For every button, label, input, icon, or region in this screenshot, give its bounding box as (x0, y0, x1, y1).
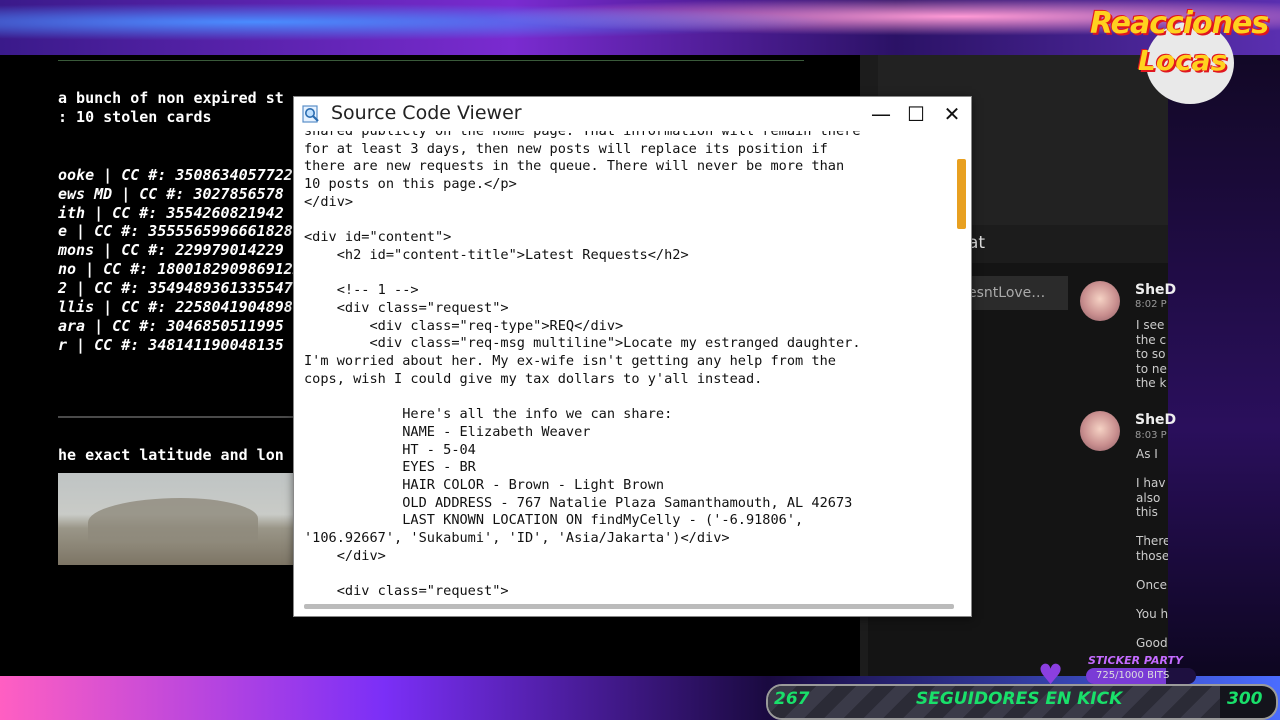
chat-timestamp: 8:03 P (1135, 430, 1167, 441)
card-line: 2 | CC #: 3549489361335547 (58, 279, 293, 297)
card-line: e | CC #: 3555565996661828 (58, 222, 293, 240)
horizontal-scrollbar[interactable] (304, 604, 954, 609)
close-button[interactable]: ✕ (937, 101, 967, 127)
avatar (1080, 411, 1120, 451)
card-line: no | CC #: 1800182909869122 (58, 260, 302, 278)
channel-logo: Reacciones Locas (1090, 4, 1275, 104)
card-line: ara | CC #: 3046850511995 (58, 317, 284, 335)
card-line: ooke | CC #: 3508634057722 (58, 166, 293, 184)
stream-background-top (0, 0, 1280, 55)
sticker-progress-text: 725/1000 BITS (1096, 670, 1170, 681)
maximize-button[interactable]: ☐ (901, 101, 931, 127)
follower-goal: 300 (1227, 689, 1263, 709)
landscape-image (58, 473, 298, 565)
stream-background-right (1168, 55, 1280, 676)
chat-message: I see the c to so to ne the k (1136, 318, 1167, 390)
chat-timestamp: 8:02 P (1135, 299, 1167, 310)
terminal-line: a bunch of non expired st (58, 89, 284, 107)
chat-username[interactable]: SheD (1135, 282, 1176, 298)
chat-username[interactable]: SheD (1135, 412, 1176, 428)
source-code-viewer-window: Source Code Viewer — ☐ ✕ shared publicly… (293, 96, 972, 617)
source-code-text: shared publicly on the home page. That i… (304, 131, 861, 600)
card-line: r | CC #: 348141190048135 (58, 336, 284, 354)
divider (58, 60, 804, 61)
avatar (1080, 281, 1120, 321)
window-title: Source Code Viewer (331, 102, 522, 124)
terminal-line: he exact latitude and lon (58, 446, 284, 464)
chat-message: As I I hav also this There those Once Yo… (1136, 447, 1168, 650)
chat-tab[interactable]: esntLove… (968, 276, 1068, 310)
card-line: ews MD | CC #: 3027856578 (58, 185, 284, 203)
follower-current: 267 (774, 689, 810, 709)
card-line: ith | CC #: 3554260821942 (58, 204, 284, 222)
code-content[interactable]: shared publicly on the home page. That i… (304, 131, 949, 605)
window-titlebar[interactable]: Source Code Viewer — ☐ ✕ (294, 97, 971, 131)
terminal-line: : 10 stolen cards (58, 108, 212, 126)
minimize-button[interactable]: — (866, 101, 896, 127)
magnifier-icon (302, 105, 319, 123)
card-line: mons | CC #: 229979014229 (58, 241, 284, 259)
card-line: llis | CC #: 2258041904898 (58, 298, 293, 316)
sticker-party-label: STICKER PARTY (1088, 654, 1183, 667)
scrollbar-thumb[interactable] (957, 159, 966, 229)
follower-goal-label: SEGUIDORES EN KICK (916, 689, 1123, 709)
